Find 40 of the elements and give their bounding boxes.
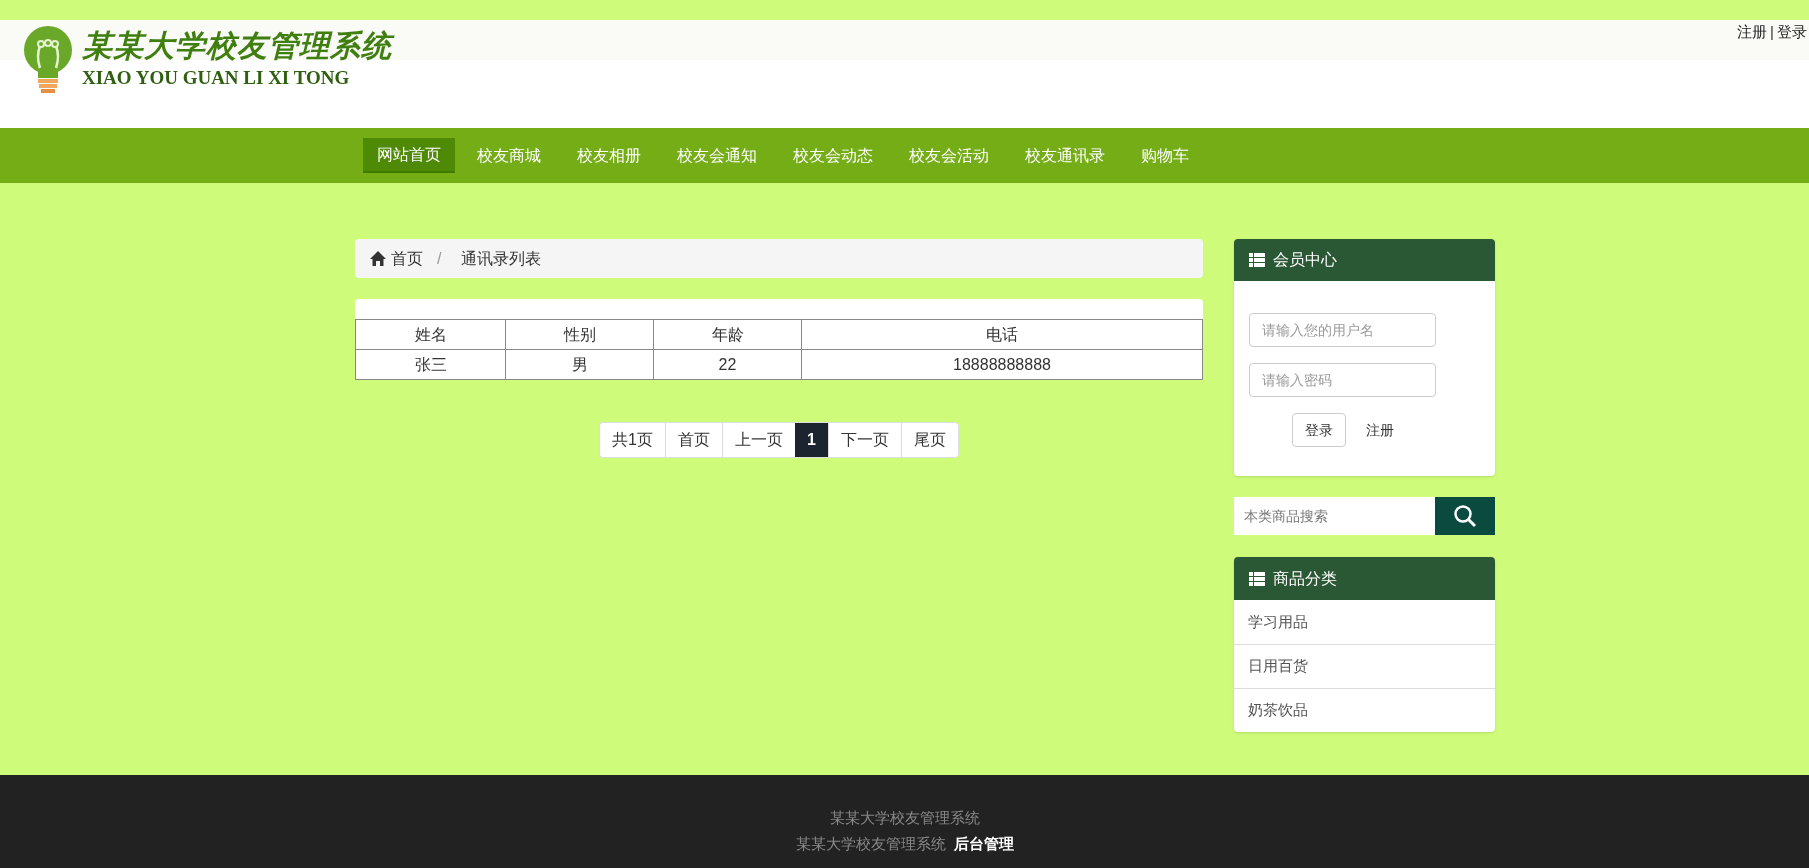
list-icon xyxy=(1249,571,1265,586)
logo-subtitle: XIAO YOU GUAN LI XI TONG xyxy=(82,66,351,90)
category-item[interactable]: 学习用品 xyxy=(1234,600,1495,644)
page-button[interactable]: 1 xyxy=(795,423,828,457)
panel-title: 会员中心 xyxy=(1273,250,1337,270)
page-button[interactable]: 下一页 xyxy=(827,423,901,457)
page-button[interactable]: 首页 xyxy=(665,423,722,457)
search-button[interactable] xyxy=(1435,497,1495,535)
breadcrumb-current: 通讯录列表 xyxy=(460,248,542,269)
category-item[interactable]: 日用百货 xyxy=(1234,644,1495,688)
login-button[interactable]: 登录 xyxy=(1292,413,1346,447)
table-cell: 男 xyxy=(505,349,654,380)
nav-tab[interactable]: 网站首页 xyxy=(363,138,455,173)
column-header: 姓名 xyxy=(355,319,506,350)
page-button[interactable]: 共1页 xyxy=(600,423,665,457)
list-icon xyxy=(1249,253,1265,267)
breadcrumb-separator: / xyxy=(436,248,443,269)
category-item[interactable]: 奶茶饮品 xyxy=(1234,688,1495,732)
search-field[interactable]: 本类商品搜索 xyxy=(1234,497,1435,535)
login-link[interactable]: 登录 xyxy=(1777,21,1807,44)
table-cell: 18888888888 xyxy=(801,349,1203,380)
search-icon xyxy=(1453,504,1477,528)
register-link[interactable]: 注册 xyxy=(1737,21,1768,44)
footer-text: 某某大学校友管理系统 xyxy=(829,808,980,828)
column-header: 性别 xyxy=(505,319,654,350)
table-cell: 22 xyxy=(653,349,802,380)
home-icon xyxy=(370,251,386,266)
lightbulb-logo-icon xyxy=(22,26,74,94)
breadcrumb-link[interactable]: 首页 xyxy=(391,246,423,271)
password-field[interactable]: 请输入密码 xyxy=(1249,363,1436,397)
register-link[interactable]: 注册 xyxy=(1366,419,1394,441)
table-cell: 张三 xyxy=(355,349,506,380)
footer-text: 某某大学校友管理系统 xyxy=(795,834,946,854)
page-button[interactable]: 尾页 xyxy=(900,423,958,457)
column-header: 电话 xyxy=(801,319,1203,350)
column-header: 年龄 xyxy=(653,319,802,350)
username-field[interactable]: 请输入您的用户名 xyxy=(1249,313,1436,347)
admin-link[interactable]: 后台管理 xyxy=(953,831,1014,857)
separator-text: | xyxy=(1770,22,1774,42)
panel-title: 商品分类 xyxy=(1273,568,1337,589)
